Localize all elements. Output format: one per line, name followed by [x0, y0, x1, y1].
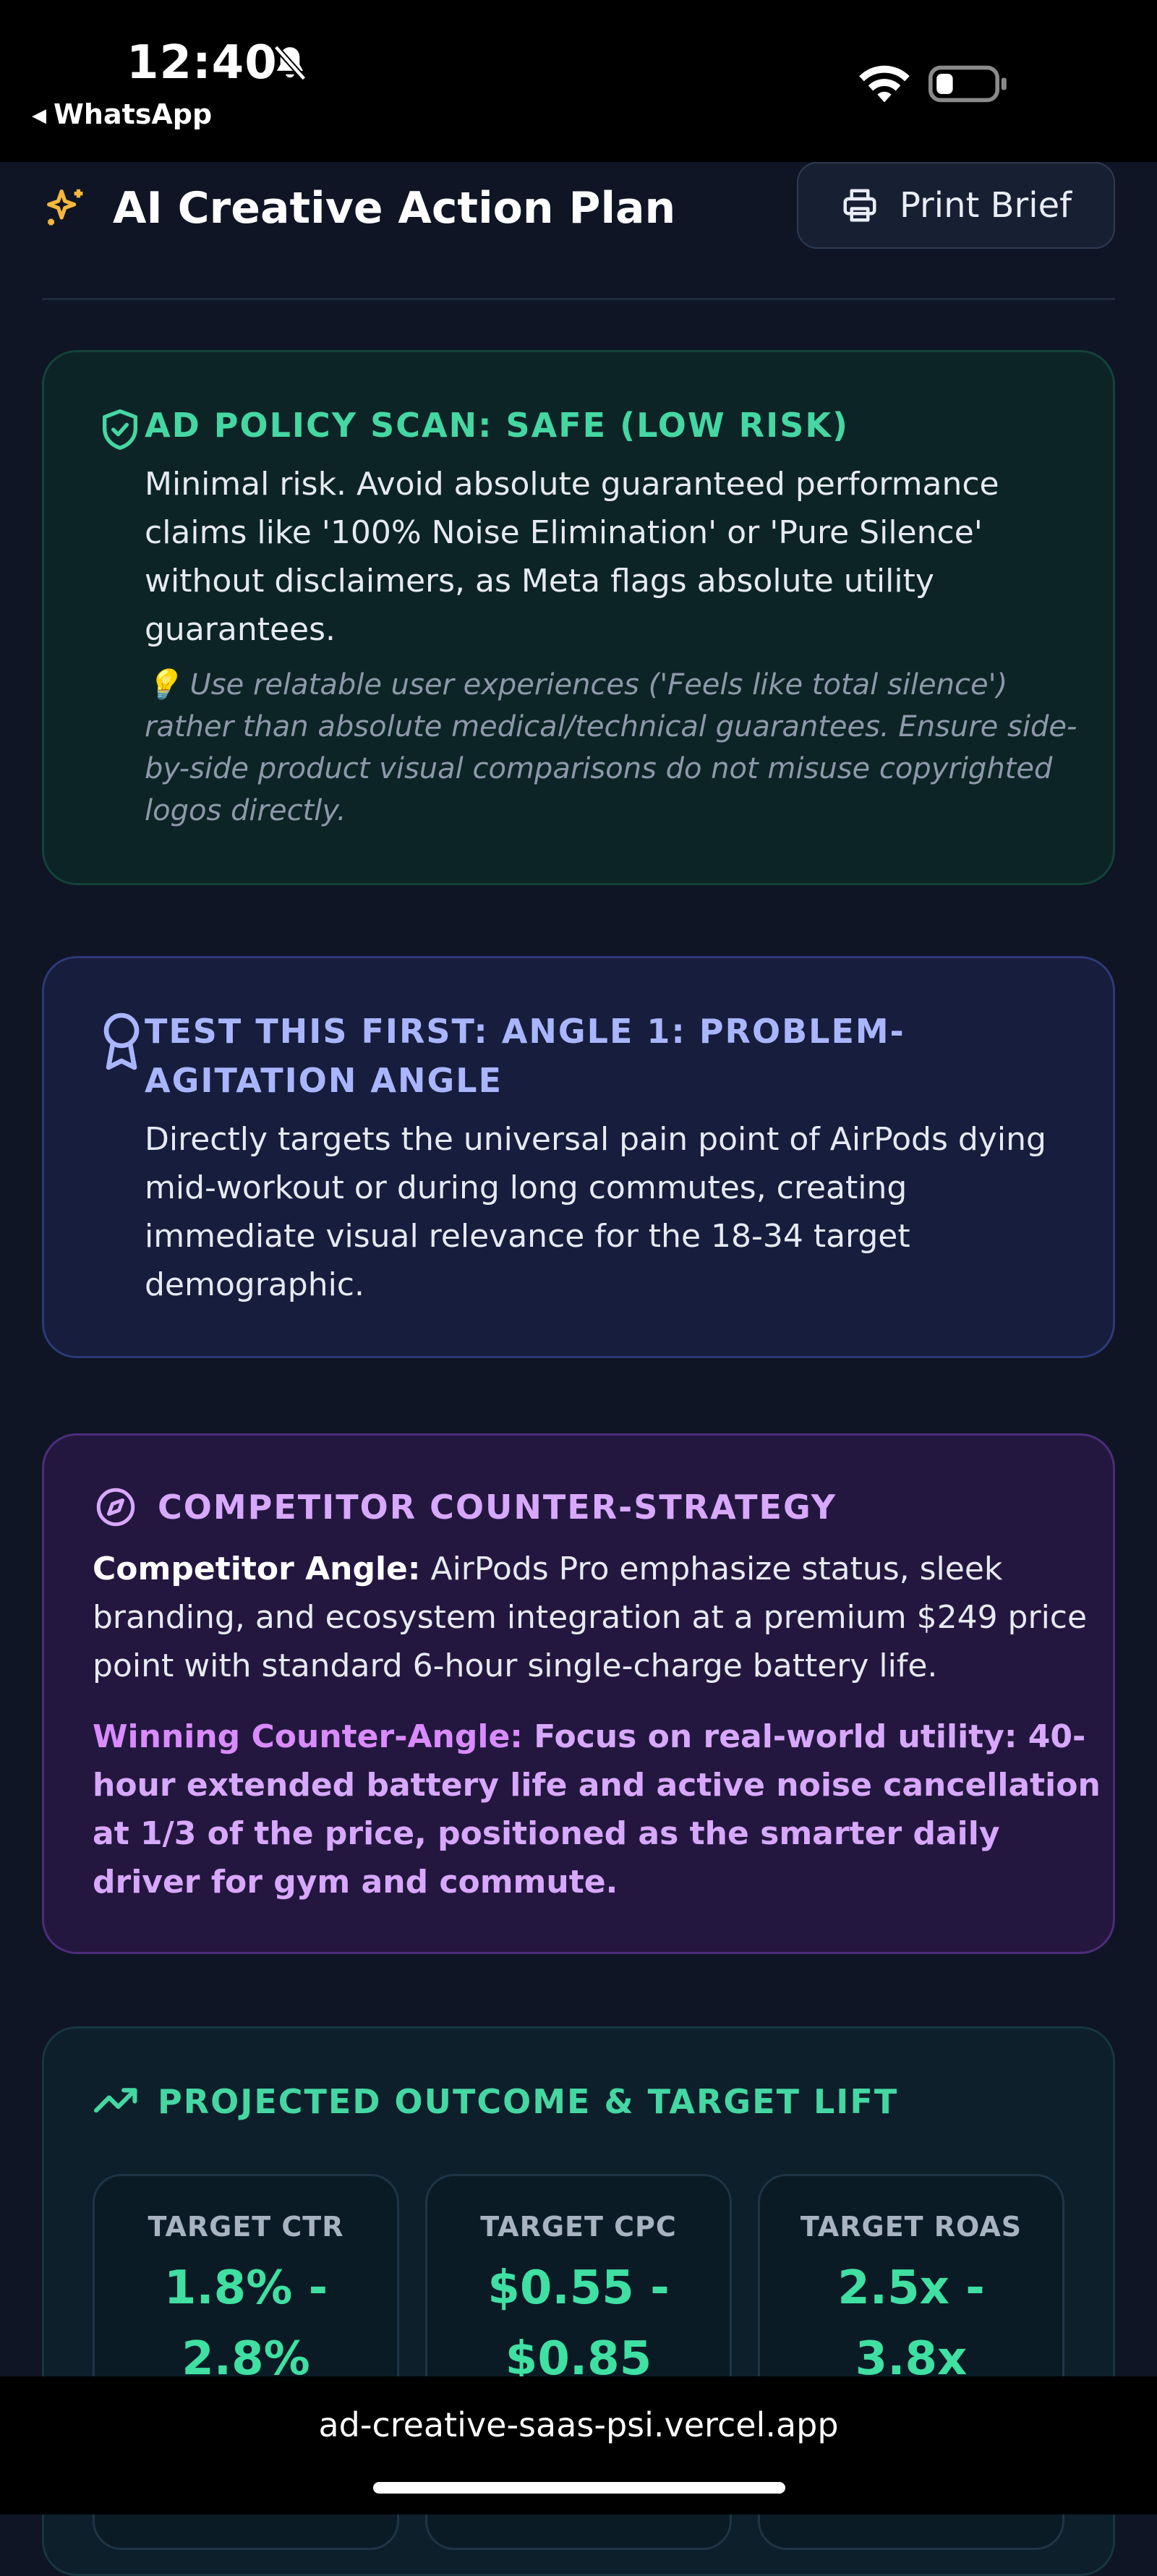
bell-slash-icon: [273, 45, 307, 81]
policy-body: Minimal risk. Avoid absolute guaranteed …: [145, 466, 999, 648]
wifi-icon: [859, 65, 910, 103]
page-title: AI Creative Action Plan: [113, 183, 676, 234]
competitor-angle-text: Competitor Angle: AirPods Pro emphasize …: [93, 1545, 1105, 1690]
compass-icon: [96, 1488, 135, 1527]
address-bar-url[interactable]: ad-creative-saas-psi.vercel.app: [0, 2405, 1157, 2444]
status-time: 12:40: [127, 36, 278, 90]
home-indicator[interactable]: [373, 2482, 785, 2494]
metric-value: $0.55 - $0.85: [487, 2261, 670, 2386]
test-first-body: Directly targets the universal pain poin…: [145, 1121, 1046, 1303]
test-first-heading: TEST THIS FIRST: ANGLE 1: PROBLEM-AGITAT…: [145, 1012, 905, 1100]
metric-label: TARGET ROAS: [800, 2211, 1022, 2243]
back-to-app-link[interactable]: ◀ WhatsApp: [32, 98, 212, 130]
award-ribbon-icon: [103, 1012, 140, 1070]
sparkles-icon: [47, 189, 83, 226]
projection-heading: PROJECTED OUTCOME & TARGET LIFT: [158, 2082, 899, 2121]
back-app-label: WhatsApp: [54, 98, 213, 130]
metric-label: TARGET CTR: [148, 2211, 344, 2243]
shield-check-icon: [103, 409, 137, 450]
browser-bottom-bar: ad-creative-saas-psi.vercel.app: [0, 2376, 1157, 2515]
battery-icon: [928, 65, 1007, 103]
competitor-heading: COMPETITOR COUNTER-STRATEGY: [158, 1488, 837, 1527]
metric-label: TARGET CPC: [480, 2211, 677, 2243]
print-brief-label: Print Brief: [899, 185, 1072, 226]
printer-icon: [843, 189, 876, 222]
trending-up-icon: [94, 2088, 137, 2113]
competitor-angle-label: Competitor Angle:: [93, 1551, 421, 1587]
metric-value: 2.5x -3.8x: [837, 2261, 985, 2386]
policy-heading: AD POLICY SCAN: SAFE (LOW RISK): [145, 406, 850, 445]
winning-angle-text: Winning Counter-Angle: Focus on real-wor…: [93, 1713, 1105, 1906]
header-divider: [42, 298, 1115, 300]
status-bar: 12:40 ◀ WhatsApp: [0, 0, 1157, 162]
page-header: AI Creative Action Plan: [40, 179, 675, 237]
policy-tip: 💡 Use relatable user experiences ('Feels…: [145, 668, 1077, 827]
print-brief-button[interactable]: Print Brief: [797, 162, 1115, 249]
metric-value: 1.8% -2.8%: [163, 2261, 328, 2386]
winning-angle-label: Winning Counter-Angle:: [93, 1718, 523, 1755]
